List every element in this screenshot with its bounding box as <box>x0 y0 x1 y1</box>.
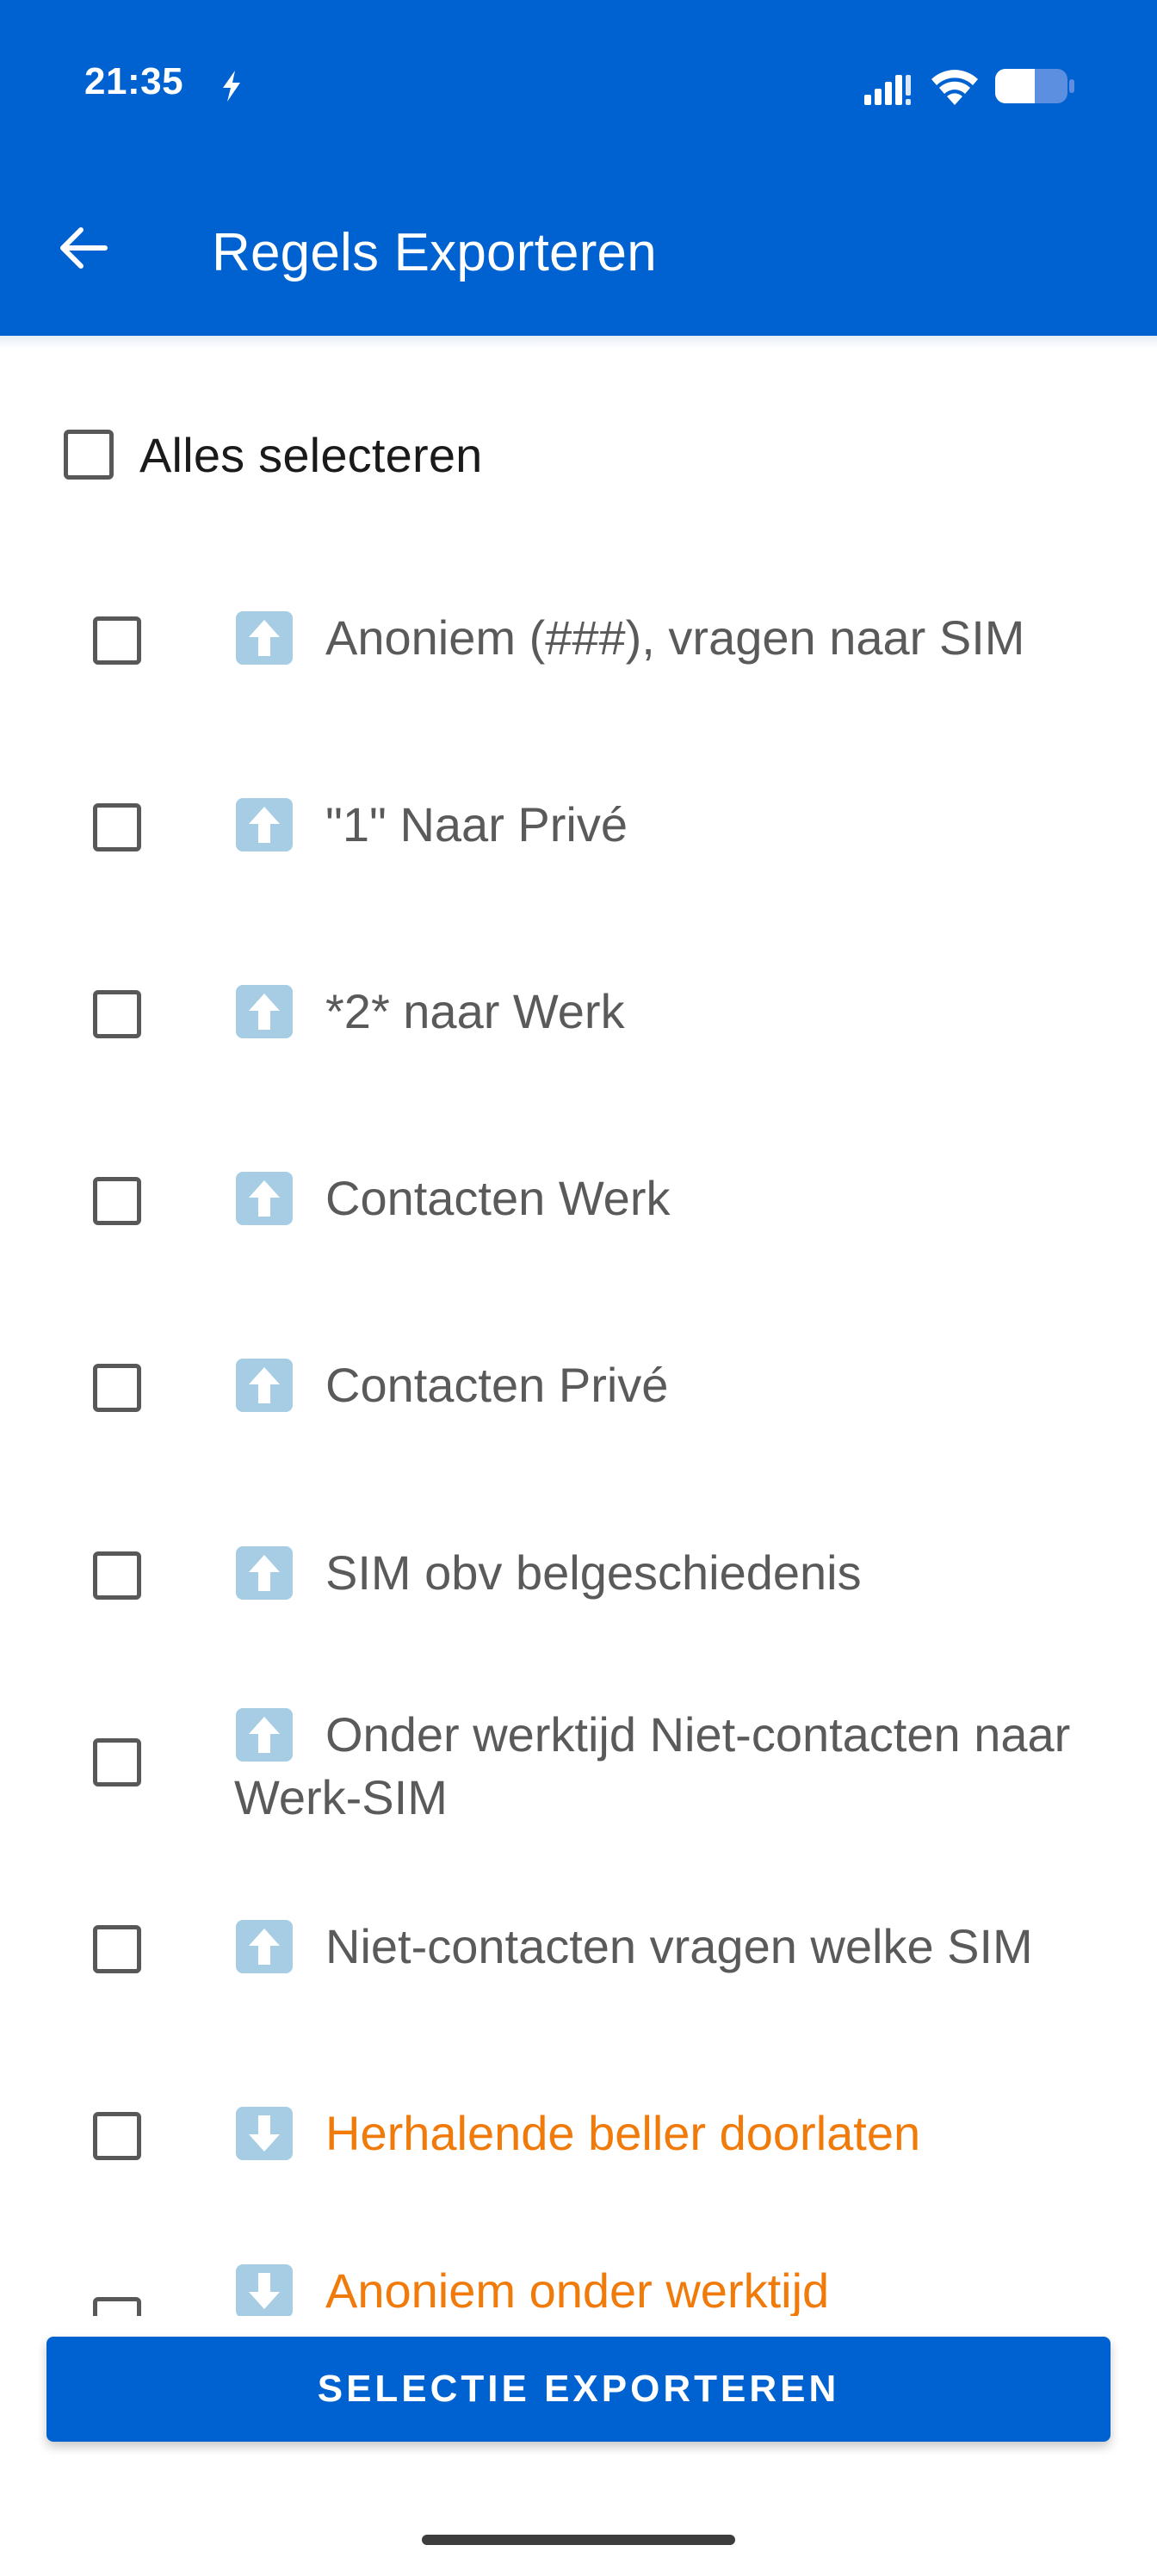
rule-label: "1" Naar Privé <box>325 797 628 851</box>
rule-checkbox[interactable] <box>93 1551 141 1600</box>
signal-icon <box>864 75 911 105</box>
rule-checkbox[interactable] <box>93 1925 141 1973</box>
rule-label: Onder werktijd Niet-contacten naar Werk-… <box>234 1707 1084 1824</box>
rule-item[interactable]: "1" Naar Privé <box>0 790 1157 876</box>
rule-label: Anoniem (###), vragen naar SIM <box>325 610 1025 665</box>
rule-checkbox[interactable] <box>93 616 141 665</box>
rule-label: Anoniem onder werktijd <box>325 2263 830 2318</box>
rule-label: SIM obv belgeschiedenis <box>325 1545 862 1600</box>
arrow-left-icon <box>60 227 108 269</box>
rule-label: Contacten Werk <box>325 1171 671 1225</box>
rule-item[interactable]: Onder werktijd Niet-contacten naar Werk-… <box>0 1698 1157 1827</box>
rule-item[interactable]: SIM obv belgeschiedenis <box>0 1538 1157 1624</box>
rule-item[interactable]: Contacten Werk <box>0 1163 1157 1249</box>
page-title: Regels Exporteren <box>212 223 657 282</box>
back-button[interactable] <box>46 211 121 285</box>
status-time: 21:35 <box>84 60 184 102</box>
rule-label: *2* naar Werk <box>325 984 625 1038</box>
rule-item[interactable]: Herhalende beller doorlaten <box>0 2098 1157 2184</box>
wifi-icon <box>931 70 978 105</box>
export-selection-button[interactable]: SELECTIE EXPORTEREN <box>46 2337 1111 2442</box>
rule-checkbox[interactable] <box>93 1177 141 1225</box>
status-bar: 21:35 <box>0 0 1157 164</box>
rule-checkbox[interactable] <box>93 2112 141 2160</box>
select-all-checkbox[interactable] <box>64 430 114 480</box>
rule-checkbox[interactable] <box>93 990 141 1038</box>
rule-item[interactable]: Contacten Privé <box>0 1350 1157 1436</box>
home-indicator[interactable] <box>422 2535 735 2545</box>
rule-item[interactable]: Niet-contacten vragen welke SIM <box>0 1911 1157 1997</box>
rule-item[interactable]: Anoniem (###), vragen naar SIM <box>0 603 1157 689</box>
select-all-label: Alles selecteren <box>139 427 483 482</box>
rule-item[interactable]: *2* naar Werk <box>0 976 1157 1062</box>
select-all-row[interactable]: Alles selecteren <box>64 418 483 491</box>
rule-checkbox[interactable] <box>93 1738 141 1786</box>
battery-icon <box>995 69 1074 103</box>
rule-checkbox[interactable] <box>93 803 141 851</box>
rule-label: Contacten Privé <box>325 1358 669 1412</box>
charging-bolt-icon <box>223 71 240 102</box>
app-bar-shadow <box>0 336 1157 350</box>
rule-label: Niet-contacten vragen welke SIM <box>325 1919 1033 1973</box>
rule-label: Herhalende beller doorlaten <box>325 2106 921 2160</box>
rule-checkbox[interactable] <box>93 1364 141 1412</box>
